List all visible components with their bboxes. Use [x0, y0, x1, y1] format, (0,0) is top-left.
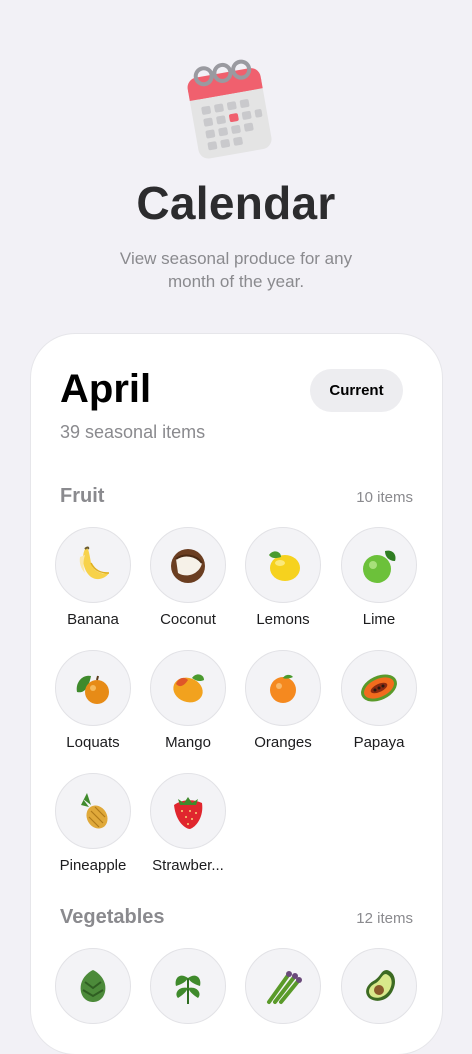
arugula-icon [175, 975, 201, 1004]
produce-item-lemons[interactable]: Lemons [235, 527, 331, 628]
section-count-vegetables: 12 items [356, 910, 413, 927]
produce-item-circle [55, 527, 131, 603]
produce-item-circle [55, 773, 131, 849]
asparagus-icon [267, 971, 302, 1004]
section-title-vegetables: Vegetables [60, 906, 165, 928]
produce-item-circle [55, 948, 131, 1024]
produce-item-circle [150, 948, 226, 1024]
produce-item-circle [341, 650, 417, 726]
produce-item-circle [150, 527, 226, 603]
produce-item-circle [150, 650, 226, 726]
page-subtitle: View seasonal produce for any month of t… [119, 249, 353, 291]
produce-item-strawberry[interactable]: Strawber... [140, 773, 236, 874]
produce-item-label: Coconut [160, 611, 216, 628]
produce-item-oranges[interactable]: Oranges [235, 650, 331, 751]
produce-item-circle [341, 527, 417, 603]
produce-item-arugula[interactable] [140, 948, 236, 1032]
produce-item-label: Mango [165, 734, 211, 751]
lime-icon [363, 550, 396, 583]
loquat-icon [76, 675, 109, 704]
produce-item-asparagus[interactable] [235, 948, 331, 1032]
month-item-count: 39 seasonal items [60, 422, 206, 442]
section-count-fruit: 10 items [356, 489, 413, 506]
produce-item-label: Banana [67, 611, 119, 628]
produce-item-avocado[interactable] [331, 948, 427, 1032]
produce-item-circle [55, 650, 131, 726]
artichoke-icon [80, 970, 106, 1002]
produce-item-label: Lemons [256, 611, 310, 628]
coconut-icon [171, 549, 205, 583]
produce-item-circle [245, 527, 321, 603]
produce-item-loquats[interactable]: Loquats [45, 650, 141, 751]
papaya-icon [361, 674, 397, 702]
banana-icon [79, 546, 110, 580]
produce-item-label: Lime [362, 611, 396, 628]
pineapple-icon [81, 793, 108, 829]
produce-item-circle [245, 650, 321, 726]
avocado-icon [366, 970, 395, 1001]
month-title: April [60, 367, 152, 411]
produce-item-artichoke[interactable] [45, 948, 141, 1032]
mango-icon [173, 674, 204, 703]
produce-item-mango[interactable]: Mango [140, 650, 236, 751]
produce-item-label: Papaya [353, 734, 405, 751]
month-card: April 39 seasonal items Current Fruit 10… [31, 334, 442, 1054]
page-title: Calendar [136, 177, 336, 229]
produce-item-circle [150, 773, 226, 849]
current-month-button[interactable]: Current [310, 369, 403, 412]
produce-item-label: Oranges [254, 734, 312, 751]
produce-item-coconut[interactable]: Coconut [140, 527, 236, 628]
produce-item-circle [245, 948, 321, 1024]
produce-item-label: Strawber... [152, 857, 224, 874]
produce-item-banana[interactable]: Banana [45, 527, 141, 628]
produce-item-papaya[interactable]: Papaya [331, 650, 427, 751]
lemon-icon [269, 551, 300, 581]
produce-item-circle [341, 948, 417, 1024]
strawberry-icon [174, 797, 203, 829]
section-title-fruit: Fruit [60, 485, 105, 507]
produce-item-label: Loquats [66, 734, 120, 751]
calendar-icon [187, 59, 272, 159]
produce-item-lime[interactable]: Lime [331, 527, 427, 628]
orange-icon [270, 674, 296, 703]
produce-item-pineapple[interactable]: Pineapple [45, 773, 141, 874]
produce-item-label: Pineapple [59, 857, 127, 874]
